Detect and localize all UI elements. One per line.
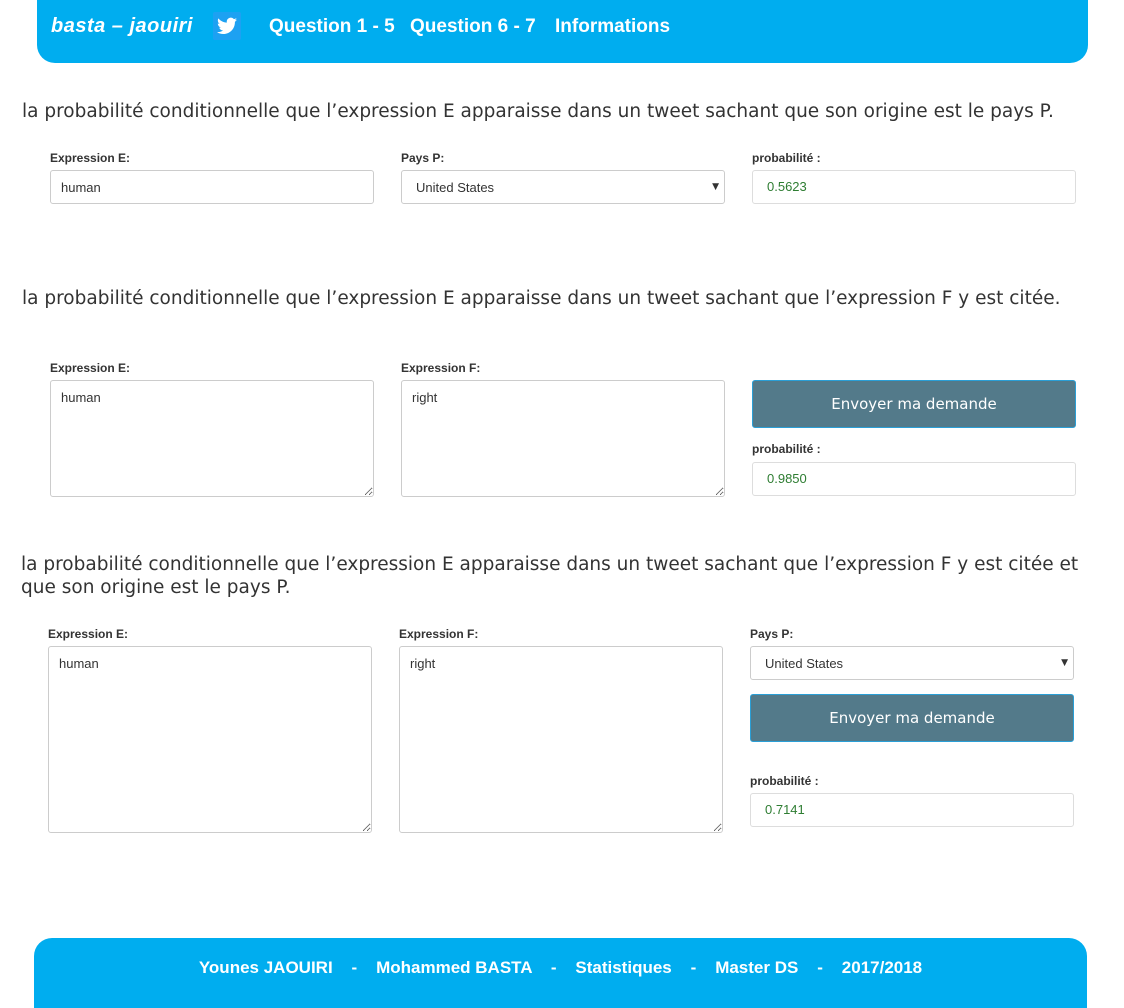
section3-expr-e-textarea[interactable]: human xyxy=(48,646,372,833)
footer: Younes JAOUIRI - Mohammed BASTA - Statis… xyxy=(34,938,1087,1008)
section1-expr-e-input[interactable] xyxy=(50,170,374,204)
section3-pays-select-control[interactable]: United States xyxy=(751,647,1073,679)
nav-link-question-6-7[interactable]: Question 6 - 7 xyxy=(410,14,536,40)
section2-expr-e-label: Expression E: xyxy=(50,361,131,375)
section3-send-button[interactable]: Envoyer ma demande xyxy=(750,694,1074,742)
section3-title: la probabilité conditionnelle que l’expr… xyxy=(21,554,1079,598)
nav-link-question-1-5[interactable]: Question 1 - 5 xyxy=(269,14,395,40)
section1-expr-e-label: Expression E: xyxy=(50,151,131,165)
section1-pays-select[interactable]: United States ▼ xyxy=(401,170,725,204)
section2-expr-f-textarea[interactable]: right xyxy=(401,380,725,497)
section2-send-button[interactable]: Envoyer ma demande xyxy=(752,380,1076,428)
section2-expr-f-label: Expression F: xyxy=(401,361,481,375)
section1-pays-select-control[interactable]: United States xyxy=(402,171,724,203)
section1-prob-output: 0.5623 xyxy=(752,170,1076,204)
section3-pays-label: Pays P: xyxy=(750,627,794,641)
section3-prob-output: 0.7141 xyxy=(750,793,1074,827)
section2-title: la probabilité conditionnelle que l’expr… xyxy=(22,288,1061,309)
section2-expr-e-textarea[interactable]: human xyxy=(50,380,374,497)
section3-expr-f-textarea[interactable]: right xyxy=(399,646,723,833)
section3-pays-select[interactable]: United States ▼ xyxy=(750,646,1074,680)
section2-prob-label: probabilité : xyxy=(752,442,821,456)
brand-link[interactable]: basta – jaouiri xyxy=(51,14,193,38)
section1-prob-label: probabilité : xyxy=(752,151,821,165)
section2-prob-output: 0.9850 xyxy=(752,462,1076,496)
section1-pays-label: Pays P: xyxy=(401,151,445,165)
twitter-icon[interactable] xyxy=(213,12,241,40)
section1-title: la probabilité conditionnelle que l’expr… xyxy=(22,101,1054,122)
top-navbar: basta – jaouiri Question 1 - 5 Question … xyxy=(37,0,1088,63)
section3-expr-e-label: Expression E: xyxy=(48,627,129,641)
footer-credits: Younes JAOUIRI - Mohammed BASTA - Statis… xyxy=(198,958,923,977)
nav-link-informations[interactable]: Informations xyxy=(555,14,670,40)
section3-prob-label: probabilité : xyxy=(750,774,819,788)
section3-expr-f-label: Expression F: xyxy=(399,627,479,641)
